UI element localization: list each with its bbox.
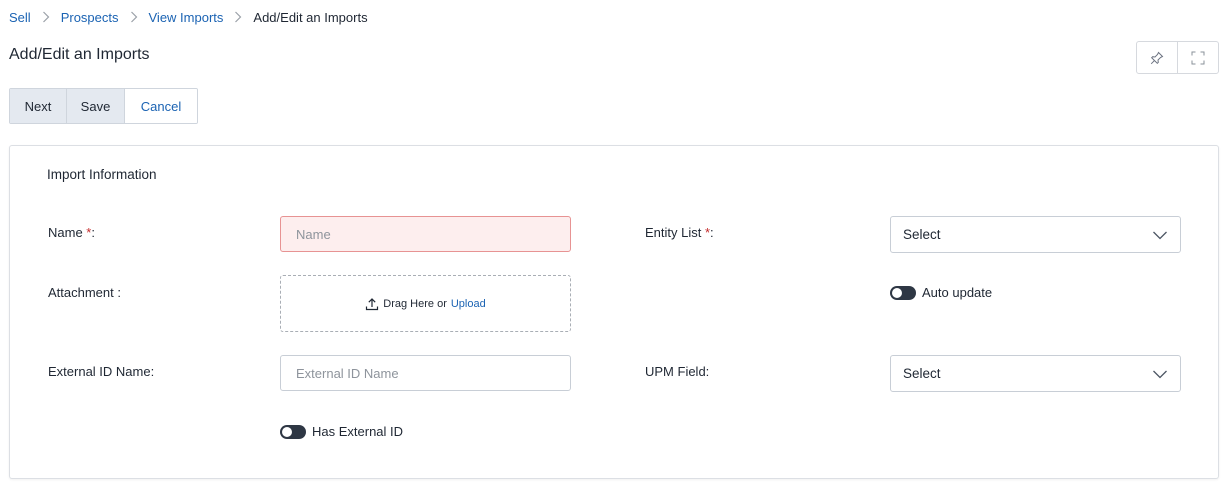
form-actions: Next Save Cancel bbox=[9, 88, 198, 124]
external-id-name-label: External ID Name: bbox=[48, 364, 155, 379]
chevron-down-icon bbox=[1153, 370, 1167, 379]
entity-list-value: Select bbox=[903, 227, 941, 242]
breadcrumb-view-imports[interactable]: View Imports bbox=[149, 10, 224, 25]
upload-icon bbox=[366, 297, 379, 310]
name-label: Name *: bbox=[48, 225, 95, 240]
upm-field-label: UPM Field: bbox=[645, 364, 710, 379]
chevron-right-icon bbox=[31, 9, 61, 25]
auto-update-toggle[interactable] bbox=[890, 285, 916, 300]
pin-button[interactable] bbox=[1137, 42, 1177, 73]
auto-update-row: Auto update bbox=[890, 285, 992, 300]
breadcrumb-current: Add/Edit an Imports bbox=[253, 9, 368, 25]
view-tools bbox=[1136, 41, 1219, 74]
upm-field-value: Select bbox=[903, 366, 941, 381]
fullscreen-icon bbox=[1191, 51, 1205, 64]
upm-field-select[interactable]: Select bbox=[890, 355, 1181, 392]
chevron-right-icon bbox=[223, 9, 253, 25]
drag-here-text: Drag Here or bbox=[383, 297, 447, 310]
chevron-down-icon bbox=[1153, 231, 1167, 240]
auto-update-label: Auto update bbox=[922, 285, 993, 300]
next-button[interactable]: Next bbox=[10, 89, 66, 123]
pin-icon bbox=[1150, 51, 1164, 64]
entity-list-select[interactable]: Select bbox=[890, 216, 1181, 253]
upload-link[interactable]: Upload bbox=[451, 298, 486, 310]
attachment-dropzone[interactable]: Drag Here or Upload bbox=[280, 275, 571, 332]
has-external-id-label: Has External ID bbox=[312, 424, 404, 439]
breadcrumb-prospects[interactable]: Prospects bbox=[61, 10, 119, 25]
external-id-name-input[interactable] bbox=[280, 355, 571, 391]
save-button[interactable]: Save bbox=[66, 89, 124, 123]
has-external-id-row: Has External ID bbox=[280, 424, 403, 439]
name-input[interactable] bbox=[280, 216, 571, 252]
breadcrumb-sell[interactable]: Sell bbox=[9, 10, 31, 25]
breadcrumb: Sell Prospects View Imports Add/Edit an … bbox=[9, 9, 368, 25]
cancel-button[interactable]: Cancel bbox=[124, 89, 197, 123]
page-title: Add/Edit an Imports bbox=[9, 46, 150, 63]
chevron-right-icon bbox=[119, 9, 149, 25]
import-information-panel: Import Information Name *: Attachment : … bbox=[9, 145, 1219, 479]
fullscreen-button[interactable] bbox=[1177, 42, 1218, 73]
attachment-label: Attachment : bbox=[48, 285, 121, 300]
section-title: Import Information bbox=[47, 167, 157, 182]
has-external-id-toggle[interactable] bbox=[280, 424, 306, 439]
entity-list-label: Entity List *: bbox=[645, 225, 714, 240]
